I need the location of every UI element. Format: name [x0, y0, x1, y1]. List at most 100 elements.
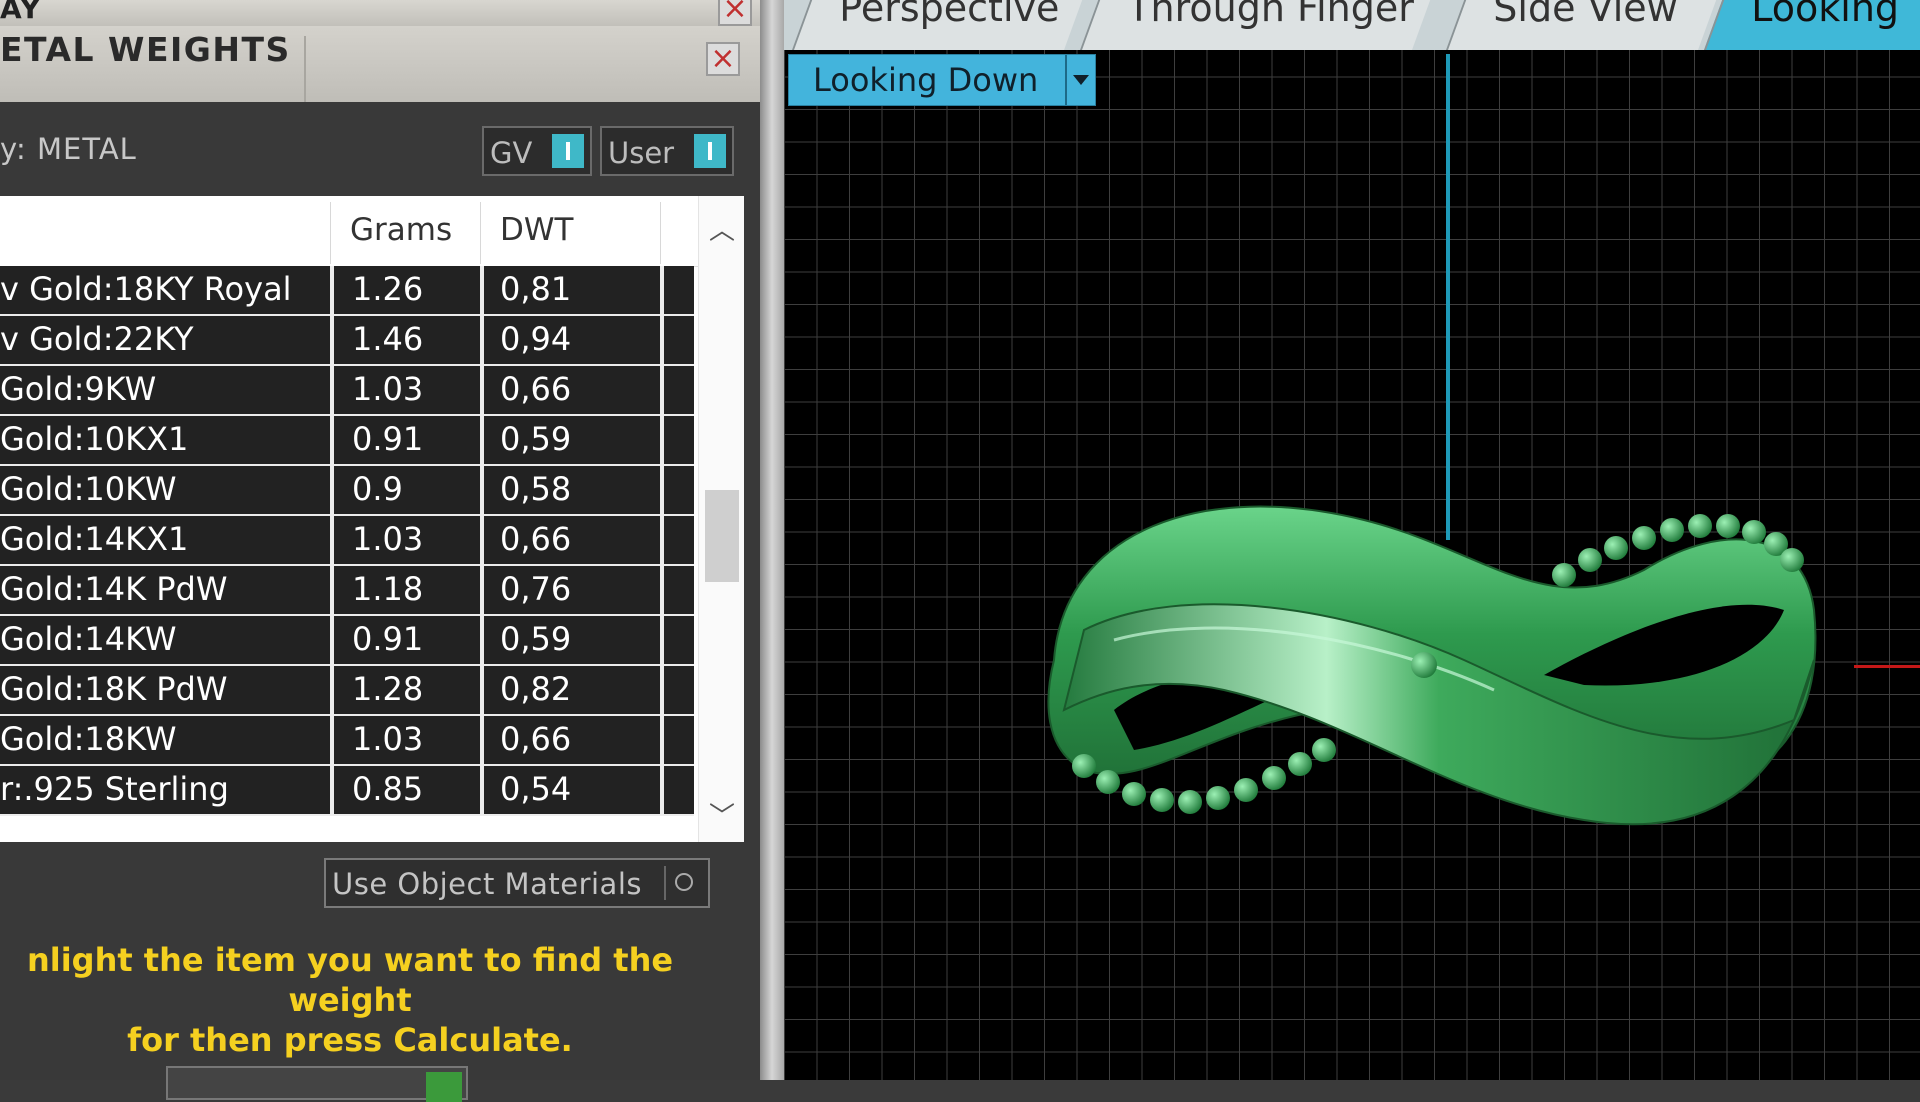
center-bead	[1411, 652, 1437, 678]
cell-divider	[660, 716, 664, 764]
calculate-indicator	[426, 1072, 462, 1102]
header-divider	[330, 202, 331, 264]
cell-divider	[480, 616, 484, 664]
instruction-line-2: for then press Calculate.	[127, 1021, 573, 1059]
scroll-down-icon[interactable]: ﹀	[709, 796, 735, 833]
cell-divider	[480, 666, 484, 714]
scroll-up-icon[interactable]: ︿	[709, 210, 735, 247]
cell-divider	[660, 616, 664, 664]
cell-divider	[330, 516, 334, 564]
table-row[interactable]: Gold:14KW 0.91 0,59	[0, 616, 694, 666]
grams-cell: 0.91	[352, 420, 424, 458]
cell-divider	[660, 666, 664, 714]
tab-side-view[interactable]: Side View	[1446, 0, 1717, 50]
grams-cell: 1.03	[352, 720, 424, 758]
category-label: y: METAL	[0, 132, 137, 166]
table-row[interactable]: Gold:14KX1 1.03 0,66	[0, 516, 694, 566]
metal-name-cell: Gold:9KW	[0, 370, 157, 408]
panel-splitter[interactable]	[760, 0, 784, 1080]
dwt-cell: 0,76	[500, 570, 572, 608]
metal-name-cell: Gold:14K PdW	[0, 570, 228, 608]
grams-cell: 1.03	[352, 520, 424, 558]
metal-name-cell: Gold:10KW	[0, 470, 177, 508]
calculate-button[interactable]	[166, 1066, 468, 1102]
metal-name-cell: v Gold:18KY Royal	[0, 270, 292, 308]
dwt-cell: 0,81	[500, 270, 572, 308]
cell-divider	[660, 316, 664, 364]
table-row[interactable]: Gold:9KW 1.03 0,66	[0, 366, 694, 416]
cell-divider	[330, 716, 334, 764]
table-row[interactable]: Gold:18KW 1.03 0,66	[0, 716, 694, 766]
dwt-cell: 0,59	[500, 620, 572, 658]
dwt-cell: 0,66	[500, 370, 572, 408]
ring-model[interactable]	[1024, 460, 1844, 880]
gv-toggle-knob	[552, 134, 584, 168]
cell-divider	[330, 316, 334, 364]
outer-close-icon[interactable]: ×	[718, 0, 752, 26]
metal-weights-panel: AY × ETAL WEIGHTS × y: METAL GV User Gra…	[0, 0, 760, 1102]
x-axis-line	[1854, 665, 1920, 668]
cell-divider	[660, 466, 664, 514]
cell-divider	[480, 316, 484, 364]
cell-divider	[480, 466, 484, 514]
metal-name-cell: Gold:14KX1	[0, 520, 189, 558]
table-row[interactable]: r:.925 Sterling 0.85 0,54	[0, 766, 694, 816]
tab-label: Perspective	[839, 0, 1060, 30]
tab-perspective[interactable]: Perspective	[792, 0, 1083, 50]
tab-label: Through Finger	[1127, 0, 1414, 30]
metal-name-cell: Gold:18K PdW	[0, 670, 228, 708]
user-toggle[interactable]: User	[600, 126, 734, 176]
grams-cell: 1.03	[352, 370, 424, 408]
cell-divider	[480, 716, 484, 764]
table-row[interactable]: Gold:10KX1 0.91 0,59	[0, 416, 694, 466]
table-row[interactable]: v Gold:18KY Royal 1.26 0,81	[0, 266, 694, 316]
cell-divider	[330, 666, 334, 714]
chevron-down-icon[interactable]	[1065, 55, 1095, 105]
tab-label: Looking	[1751, 0, 1900, 30]
dwt-cell: 0,54	[500, 770, 572, 808]
table-scrollbar[interactable]: ︿ ﹀	[698, 196, 744, 842]
table-row[interactable]: Gold:18K PdW 1.28 0,82	[0, 666, 694, 716]
cell-divider	[660, 416, 664, 464]
header-divider	[660, 202, 661, 264]
user-toggle-label: User	[608, 136, 675, 170]
header-dwt[interactable]: DWT	[500, 212, 573, 248]
table-row[interactable]: Gold:14K PdW 1.18 0,76	[0, 566, 694, 616]
metal-weights-table: Grams DWT v Gold:18KY Royal 1.26 0,81 v Gol…	[0, 196, 744, 842]
scroll-thumb[interactable]	[705, 490, 739, 582]
metal-name-cell: r:.925 Sterling	[0, 770, 229, 808]
table-header: Grams DWT	[0, 196, 700, 267]
user-toggle-knob	[694, 134, 726, 168]
dwt-cell: 0,58	[500, 470, 572, 508]
use-object-materials-toggle[interactable]: Use Object Materials	[324, 858, 710, 908]
instruction-text: nlight the item you want to find the wei…	[0, 940, 700, 1060]
grams-cell: 0.91	[352, 620, 424, 658]
cell-divider	[330, 566, 334, 614]
dwt-cell: 0,82	[500, 670, 572, 708]
cell-divider	[480, 516, 484, 564]
cell-divider	[330, 766, 334, 814]
cell-divider	[660, 266, 664, 314]
view-mode-value: Looking Down	[813, 61, 1039, 99]
header-grams[interactable]: Grams	[350, 212, 452, 248]
cell-divider	[660, 366, 664, 414]
metal-name-cell: v Gold:22KY	[0, 320, 194, 358]
tab-through-finger[interactable]: Through Finger	[1080, 0, 1431, 50]
table-row[interactable]: v Gold:22KY 1.46 0,94	[0, 316, 694, 366]
table-body: v Gold:18KY Royal 1.26 0,81 v Gold:22KY 1.46…	[0, 266, 694, 816]
cell-divider	[330, 466, 334, 514]
cell-divider	[330, 616, 334, 664]
metal-name-cell: Gold:14KW	[0, 620, 177, 658]
view-mode-select[interactable]: Looking Down	[788, 54, 1096, 106]
dwt-cell: 0,94	[500, 320, 572, 358]
cell-divider	[330, 266, 334, 314]
panel-close-icon[interactable]: ×	[706, 42, 740, 76]
gv-toggle[interactable]: GV	[482, 126, 592, 176]
table-row[interactable]: Gold:10KW 0.9 0,58	[0, 466, 694, 516]
grams-cell: 1.26	[352, 270, 424, 308]
tab-looking[interactable]: Looking	[1704, 0, 1920, 50]
instruction-line-1: nlight the item you want to find the wei…	[26, 941, 674, 1019]
cell-divider	[480, 366, 484, 414]
metal-name-cell: Gold:18KW	[0, 720, 177, 758]
viewport[interactable]: Perspective Through Finger Side View Loo…	[784, 0, 1920, 1080]
